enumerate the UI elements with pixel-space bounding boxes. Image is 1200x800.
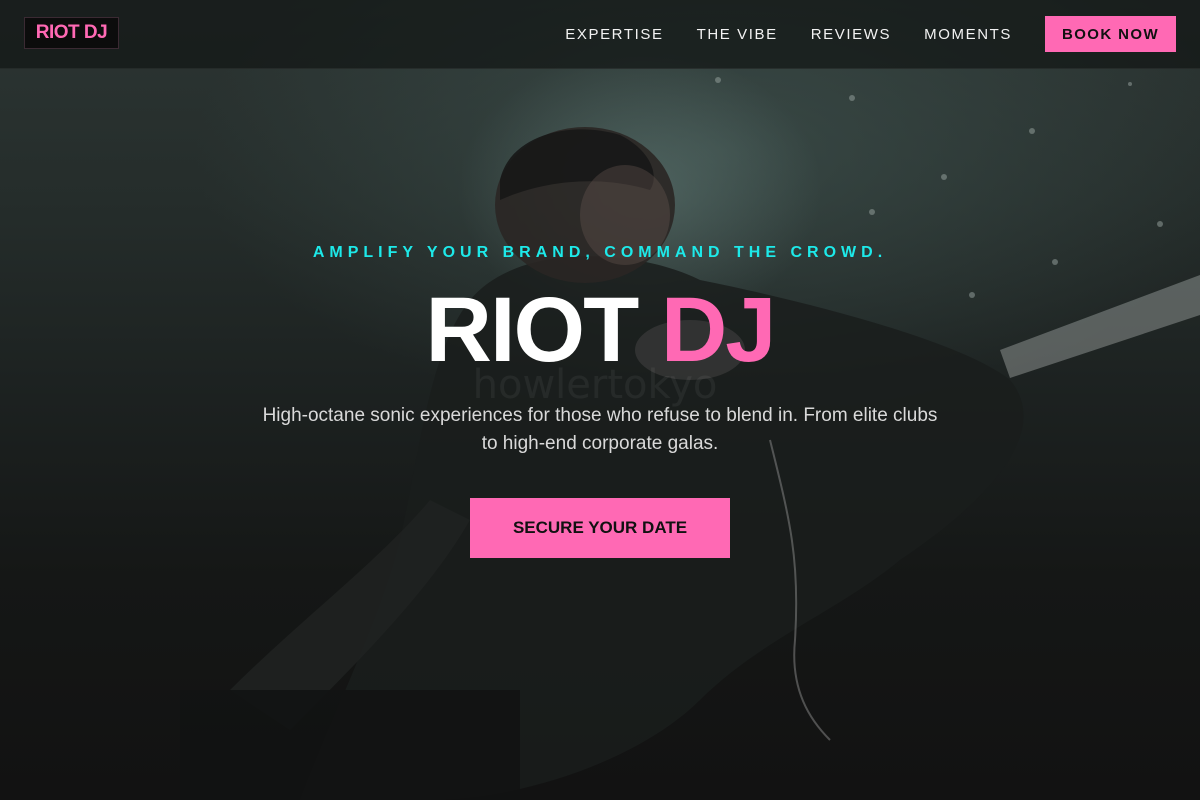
hero-title-part2: DJ: [660, 279, 777, 381]
secure-your-date-button[interactable]: SECURE YOUR DATE: [470, 498, 730, 558]
logo[interactable]: RIOT DJ: [24, 17, 119, 49]
nav-links: EXPERTISE THE VIBE REVIEWS MOMENTS: [565, 0, 1012, 68]
hero-title: RIOT DJ: [0, 280, 1200, 380]
hero-tagline: AMPLIFY YOUR BRAND, COMMAND THE CROWD.: [312, 244, 888, 261]
nav-link-reviews[interactable]: REVIEWS: [811, 26, 891, 43]
hero-title-part1: RIOT: [425, 279, 640, 381]
nav-link-the-vibe[interactable]: THE VIBE: [697, 26, 778, 43]
hero-section: AMPLIFY YOUR BRAND, COMMAND THE CROWD. R…: [0, 0, 1200, 800]
top-navbar: RIOT DJ EXPERTISE THE VIBE REVIEWS MOMEN…: [0, 0, 1200, 69]
nav-link-expertise[interactable]: EXPERTISE: [565, 26, 663, 43]
nav-link-moments[interactable]: MOMENTS: [924, 26, 1012, 43]
hero-description: High-octane sonic experiences for those …: [262, 405, 938, 454]
book-now-button[interactable]: BOOK NOW: [1045, 16, 1176, 52]
